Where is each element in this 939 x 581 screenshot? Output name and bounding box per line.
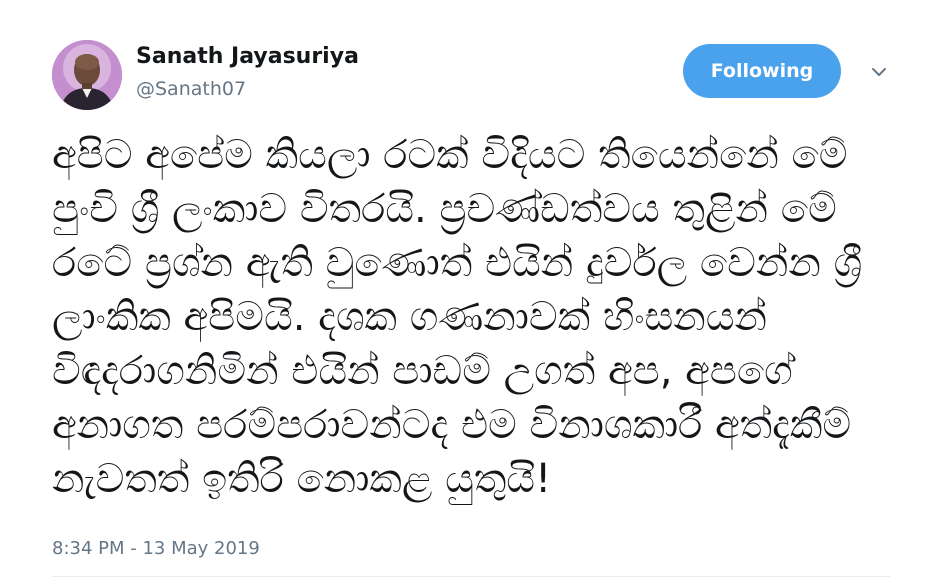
avatar-photo — [52, 40, 122, 110]
chevron-down-icon[interactable] — [866, 63, 892, 81]
author-name[interactable]: Sanath Jayasuriya — [136, 42, 359, 72]
author-handle[interactable]: @Sanath07 — [136, 76, 246, 102]
following-button[interactable]: Following — [683, 44, 841, 98]
divider — [52, 576, 890, 577]
tweet-timestamp[interactable]: 8:34 PM - 13 May 2019 — [52, 537, 260, 561]
tweet-text: අපිට අපේම කියලා රටක් විදියට තියෙන්නේ මේ … — [52, 132, 875, 502]
tweet-card: Sanath Jayasuriya @Sanath07 Following අප… — [0, 0, 939, 581]
avatar[interactable] — [52, 40, 122, 110]
